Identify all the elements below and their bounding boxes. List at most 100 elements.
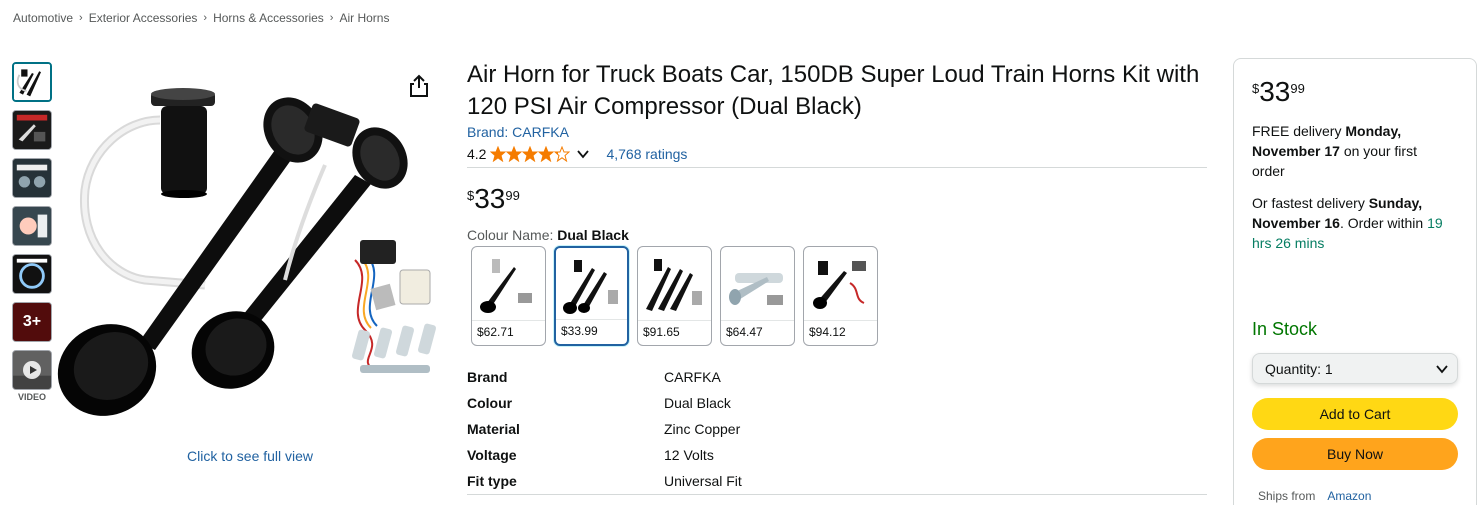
price-symbol: $: [1252, 81, 1260, 96]
price-whole: 33: [474, 183, 506, 214]
spec-value: Zinc Copper: [664, 421, 741, 437]
breadcrumb-separator: ›: [79, 12, 83, 24]
rating-row: 4.2 4,768 ratings: [467, 146, 687, 162]
spec-key: Colour: [467, 395, 513, 411]
stock-status: In Stock: [1252, 319, 1318, 339]
main-product-image[interactable]: [55, 80, 447, 420]
breadcrumb-exterior-accessories[interactable]: Exterior Accessories: [89, 11, 198, 25]
spec-key: Material: [467, 421, 520, 437]
ratings-count-link[interactable]: 4,768 ratings: [606, 146, 687, 162]
swatch-image: [813, 261, 866, 309]
swatch-image: [563, 260, 618, 314]
swatch-image: [729, 273, 783, 305]
swatch-divider: [721, 320, 794, 321]
thumbnail-horn-loud[interactable]: [12, 206, 52, 246]
fastest-prefix: Or fastest delivery: [1252, 195, 1369, 211]
star-full-icon: [506, 146, 523, 162]
rating-value: 4.2: [467, 146, 487, 162]
quantity-select[interactable]: Quantity: 1: [1252, 353, 1458, 384]
horn-feature-image: [13, 111, 51, 149]
thumbnail-video[interactable]: [12, 350, 52, 390]
breadcrumb-separator: ›: [329, 12, 334, 24]
buy-box-price: $ 33 99: [1252, 77, 1305, 107]
quantity-value: 1: [1324, 360, 1333, 377]
spec-row-brand: Brand CARFKA: [467, 364, 742, 390]
quantity-label: Quantity:: [1265, 360, 1322, 377]
horn-dashboard-image: [13, 255, 51, 293]
thumbnail-strip: 3+ VIDEO: [12, 62, 54, 402]
colour-name-label: Colour Name:: [467, 227, 554, 243]
star-full-icon: [538, 146, 555, 162]
swatch-price: $64.47: [726, 325, 763, 339]
swatch-price: $33.99: [561, 324, 598, 338]
spec-key: Brand: [467, 369, 508, 385]
spec-value: Dual Black: [664, 395, 731, 411]
breadcrumb-horns-accessories[interactable]: Horns & Accessories: [213, 11, 324, 25]
video-label: VIDEO: [17, 392, 46, 402]
spec-value: Universal Fit: [664, 473, 742, 489]
spec-value: 12 Volts: [664, 447, 714, 463]
breadcrumb-automotive[interactable]: Automotive: [13, 11, 73, 25]
swatch-divider: [638, 320, 711, 321]
product-title: Air Horn for Truck Boats Car, 150DB Supe…: [467, 61, 1200, 120]
brand-link[interactable]: Brand: CARFKA: [467, 124, 569, 140]
breadcrumb-separator: ›: [203, 12, 208, 24]
price-fraction: 99: [1290, 81, 1305, 96]
horn-installed-image: [13, 159, 51, 197]
divider: [467, 494, 1207, 495]
spec-key: Voltage: [467, 447, 517, 463]
free-delivery-message: FREE delivery Monday, November 17 on you…: [1252, 121, 1452, 181]
more-images-count: 3+: [13, 303, 51, 341]
share-icon[interactable]: [408, 74, 430, 98]
swatch-option-4[interactable]: $64.47: [720, 246, 795, 346]
thumbnail-horn-kit[interactable]: [12, 62, 52, 102]
buy-box: $ 33 99 FREE delivery Monday, November 1…: [1233, 58, 1477, 505]
ships-from-value[interactable]: Amazon: [1327, 489, 1371, 503]
horn-loud-image: [13, 207, 51, 245]
swatch-option-1[interactable]: $62.71: [471, 246, 546, 346]
chevron-down-icon: [1436, 365, 1448, 374]
swatch-image: [646, 259, 702, 311]
chevron-down-icon[interactable]: [576, 147, 590, 161]
horn-kit-image: [14, 64, 50, 100]
spec-key: Fit type: [467, 473, 517, 489]
product-specs-table: Brand CARFKA Colour Dual Black Material …: [467, 364, 742, 494]
thumbnail-horn-installed[interactable]: [12, 158, 52, 198]
fastest-delivery-message: Or fastest delivery Sunday, November 16.…: [1252, 193, 1462, 253]
ships-from-label: Ships from: [1258, 489, 1316, 503]
play-icon: [23, 361, 41, 379]
thumbnail-more-images[interactable]: 3+: [12, 302, 52, 342]
fastest-middle: . Order within: [1339, 215, 1428, 231]
breadcrumb-air-horns[interactable]: Air Horns: [339, 11, 389, 25]
price-fraction: 99: [505, 188, 520, 203]
swatch-divider: [804, 320, 877, 321]
star-rating[interactable]: [490, 146, 571, 162]
swatch-option-5[interactable]: $94.12: [803, 246, 878, 346]
price-symbol: $: [467, 188, 475, 203]
swatch-price: $91.65: [643, 325, 680, 339]
spec-row-fit-type: Fit type Universal Fit: [467, 468, 742, 494]
colour-swatches: $62.71 $33.99 $91.65 $64.47 $94.12: [471, 246, 886, 346]
swatch-price: $62.71: [477, 325, 514, 339]
product-price: $ 33 99: [467, 184, 520, 214]
swatch-divider: [472, 320, 545, 321]
swatch-option-2[interactable]: $33.99: [554, 246, 629, 346]
colour-name-row: Colour Name: Dual Black: [467, 227, 629, 243]
divider: [467, 167, 1207, 168]
swatch-image: [480, 259, 532, 313]
thumbnail-horn-dashboard[interactable]: [12, 254, 52, 294]
full-view-link[interactable]: Click to see full view: [187, 448, 313, 464]
price-whole: 33: [1259, 76, 1291, 107]
delivery-prefix: FREE delivery: [1252, 123, 1346, 139]
star-partial-icon: [554, 146, 571, 162]
buy-now-button[interactable]: Buy Now: [1252, 438, 1458, 470]
swatch-option-3[interactable]: $91.65: [637, 246, 712, 346]
spec-value: CARFKA: [664, 369, 721, 385]
thumbnail-horn-feature[interactable]: [12, 110, 52, 150]
star-full-icon: [490, 146, 507, 162]
spec-row-material: Material Zinc Copper: [467, 416, 742, 442]
ships-from-row: Ships from Amazon: [1258, 489, 1371, 503]
spec-row-colour: Colour Dual Black: [467, 390, 742, 416]
add-to-cart-button[interactable]: Add to Cart: [1252, 398, 1458, 430]
swatch-divider: [556, 319, 627, 320]
